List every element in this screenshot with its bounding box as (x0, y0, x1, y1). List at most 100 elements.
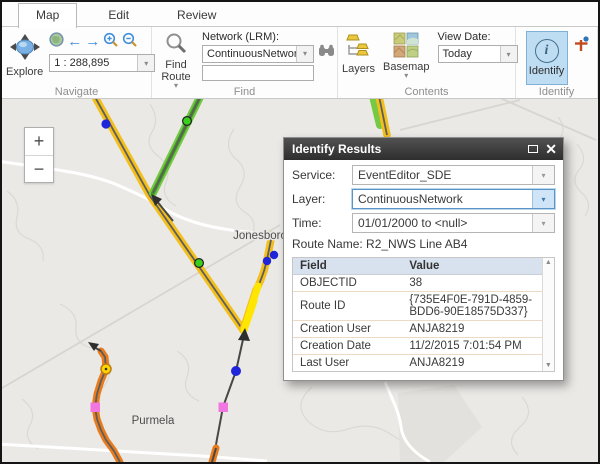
value-cell: 38 (402, 275, 541, 292)
table-row[interactable]: Creation User ANJA8219 (293, 321, 542, 338)
basemap-button[interactable]: Basemap ▾ (383, 32, 429, 85)
network-lrm-label: Network (LRM): (202, 31, 335, 43)
pink-square-marker (219, 403, 229, 413)
town-label-purmela: Purmela (132, 415, 175, 427)
green-point-marker (195, 259, 204, 268)
green-point-marker (183, 117, 192, 126)
tab-review[interactable]: Review (160, 4, 233, 27)
blue-point-marker (263, 257, 271, 265)
layer-dropdown[interactable]: ContinuousNetwork ▾ (352, 189, 555, 209)
zoom-in-icon[interactable] (103, 32, 119, 53)
view-date-dropdown-arrow[interactable]: ▾ (500, 46, 517, 62)
service-value: EventEditor_SDE (353, 168, 532, 182)
basemap-icon (393, 32, 419, 61)
service-dropdown[interactable]: EventEditor_SDE ▾ (352, 165, 555, 185)
binoculars-icon[interactable] (318, 44, 335, 63)
service-dropdown-arrow[interactable]: ▾ (532, 166, 554, 184)
layer-dropdown-arrow[interactable]: ▾ (532, 190, 554, 208)
map-zoom-control: + − (24, 127, 54, 183)
maximize-icon[interactable] (528, 143, 538, 155)
ribbon-tab-bar: Map Edit Review (2, 2, 598, 27)
pink-square-marker (91, 403, 101, 413)
tab-map[interactable]: Map (18, 3, 77, 28)
table-row[interactable]: Last User ANJA8219 (293, 355, 542, 372)
layers-button[interactable]: Layers (342, 32, 375, 85)
network-value: ContinuousNetwork (203, 48, 296, 60)
view-date-value: Today (439, 48, 500, 60)
town-label-jonesboro: Jonesboro (233, 230, 287, 242)
field-cell: Creation User (293, 321, 402, 338)
network-combo[interactable]: ContinuousNetwork ▾ (202, 45, 314, 63)
field-cell: Route ID (293, 292, 402, 321)
network-dropdown-arrow[interactable]: ▾ (296, 46, 313, 62)
attributes-table-container: Field Value OBJECTID 38 Route ID {735E4F… (292, 257, 555, 372)
layer-label: Layer: (292, 192, 352, 206)
value-cell: 11/2/2015 7:01:54 PM (402, 338, 541, 355)
find-route-magnifier-icon (164, 32, 188, 59)
route-search-input[interactable] (202, 65, 314, 81)
find-route-button[interactable]: Find Route ▾ (156, 32, 196, 85)
route-name-label: Route Name: (292, 237, 363, 251)
field-cell: Creation Date (293, 338, 402, 355)
table-row[interactable]: OBJECTID 38 (293, 275, 542, 292)
table-scrollbar[interactable]: ▲ ▼ (542, 258, 554, 371)
orange-route[interactable] (88, 342, 120, 462)
identify-button-label: Identify (529, 65, 564, 77)
previous-extent-icon[interactable]: ← (67, 35, 82, 49)
close-icon[interactable]: ✕ (545, 143, 557, 155)
time-dropdown-arrow[interactable]: ▾ (532, 214, 554, 232)
ribbon: Explore ← → (2, 27, 598, 99)
yellow-route-east[interactable] (243, 235, 272, 330)
tab-edit[interactable]: Edit (91, 4, 146, 27)
full-extent-globe-icon[interactable] (49, 32, 64, 52)
layers-icon (345, 32, 373, 63)
contents-group-label: Contents (338, 86, 515, 98)
navigate-group-label: Navigate (2, 86, 151, 98)
route-markers[interactable] (91, 117, 279, 412)
time-value: 01/01/2000 to <null> (353, 216, 532, 230)
zoom-out-icon[interactable] (122, 32, 138, 53)
time-dropdown[interactable]: 01/01/2000 to <null> ▾ (352, 213, 555, 233)
time-label: Time: (292, 216, 352, 230)
scroll-down-icon[interactable]: ▼ (545, 362, 552, 370)
field-cell: Last User (293, 355, 402, 372)
table-row[interactable]: Route ID {735E4F0E-791D-4859-BDD6-90E185… (293, 292, 542, 321)
identify-button[interactable]: i Identify (526, 31, 568, 85)
field-cell: OBJECTID (293, 275, 402, 292)
value-cell: ANJA8219 (402, 355, 541, 372)
map-scale-combo[interactable]: 1 : 288,895 ▾ (49, 54, 155, 72)
blue-point-marker (231, 366, 241, 376)
identify-icon: i (535, 39, 559, 63)
service-label: Service: (292, 168, 352, 182)
attributes-table: Field Value OBJECTID 38 Route ID {735E4F… (293, 258, 542, 371)
basemap-terrain-patch (398, 385, 482, 462)
explore-button[interactable]: Explore (6, 33, 43, 85)
table-row[interactable]: Creation Date 11/2/2015 7:01:54 PM (293, 338, 542, 355)
field-column-header[interactable]: Field (293, 258, 402, 275)
explore-label: Explore (6, 66, 43, 78)
group-contents: Layers (338, 27, 516, 98)
identify-route-location-icon[interactable] (573, 36, 590, 85)
basemap-dropdown-caret[interactable]: ▾ (404, 73, 408, 79)
view-date-combo[interactable]: Today ▾ (438, 45, 518, 63)
green-route[interactable] (153, 99, 200, 193)
app-window: Map Edit Review Explore (0, 0, 600, 464)
group-navigate: Explore ← → (2, 27, 152, 98)
table-header-row: Field Value (293, 258, 542, 275)
value-column-header[interactable]: Value (402, 258, 541, 275)
map-zoom-out-button[interactable]: − (25, 155, 53, 182)
value-cell: ANJA8219 (402, 321, 541, 338)
route-name-value: R2_NWS Line AB4 (366, 237, 467, 251)
next-extent-icon[interactable]: → (85, 35, 100, 49)
identify-results-panel: Identify Results ✕ Service: EventEditor_… (283, 137, 564, 381)
route-name-row: Route Name: R2_NWS Line AB4 (292, 237, 555, 251)
group-find: Find Route ▾ Network (LRM): ContinuousNe… (152, 27, 338, 98)
map-zoom-in-button[interactable]: + (25, 128, 53, 155)
layer-value: ContinuousNetwork (353, 192, 532, 206)
identify-arrow-south (212, 328, 250, 462)
identify-results-title: Identify Results (292, 142, 381, 156)
group-identify: i Identify Identify (516, 27, 598, 98)
identify-results-titlebar[interactable]: Identify Results ✕ (284, 138, 563, 160)
scroll-up-icon[interactable]: ▲ (545, 259, 552, 267)
top-stub-routes[interactable] (373, 99, 387, 135)
